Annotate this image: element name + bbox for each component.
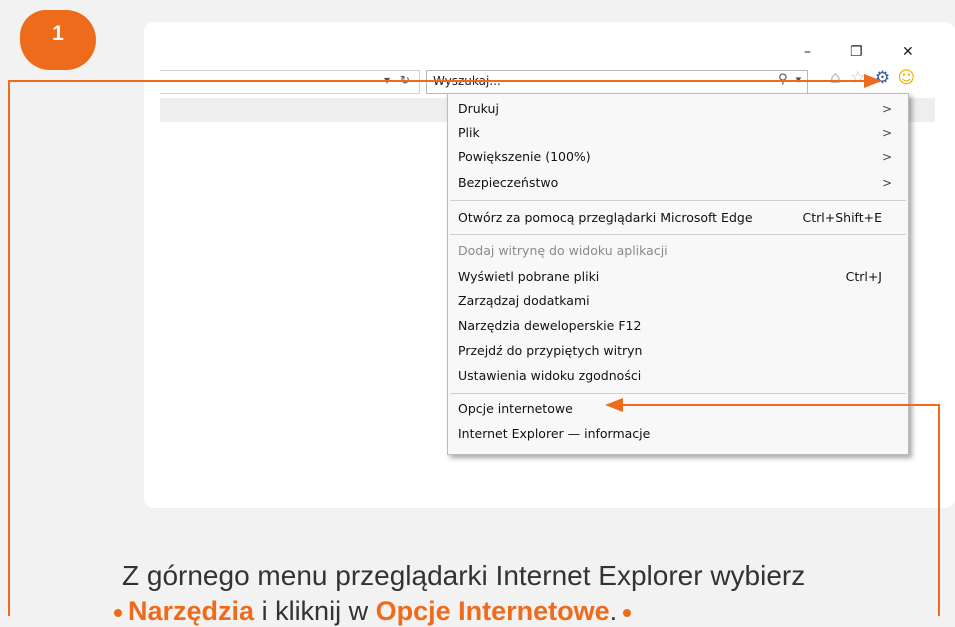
guide-line [8, 80, 10, 616]
step-badge: 1 [20, 10, 96, 70]
submenu-arrow-icon: > [881, 102, 892, 116]
menu-item-pinned-sites[interactable]: Przejdź do przypiętych witryn [458, 340, 892, 362]
menu-item-compat-view[interactable]: Ustawienia widoku zgodności [458, 365, 892, 387]
menu-item-about-ie[interactable]: Internet Explorer — informacje [458, 423, 892, 445]
home-icon[interactable]: ⌂ [830, 68, 841, 88]
arrowhead-icon [864, 74, 882, 88]
submenu-arrow-icon: > [881, 176, 892, 190]
instruction-line-2: Narzędzia i kliknij w Opcje Internetowe. [108, 596, 637, 627]
arrowhead-icon [605, 398, 623, 412]
menu-separator [450, 234, 906, 235]
tools-menu: Drukuj > Plik > Powiększenie (100%) > Be… [447, 93, 909, 455]
guide-line [938, 404, 940, 616]
menu-item-view-downloads[interactable]: Wyświetl pobrane pliki Ctrl+J [458, 266, 892, 288]
menu-item-security[interactable]: Bezpieczeństwo > [458, 172, 892, 194]
search-input[interactable]: Wyszukaj... [426, 70, 808, 94]
close-button[interactable]: ✕ [902, 44, 914, 60]
menu-item-dev-tools[interactable]: Narzędzia deweloperskie F12 [458, 315, 892, 337]
submenu-arrow-icon: > [881, 126, 892, 140]
menu-item-zoom[interactable]: Powiększenie (100%) > [458, 146, 892, 168]
minimize-button[interactable]: – [804, 44, 811, 60]
guide-line [620, 404, 940, 406]
menu-separator [450, 393, 906, 394]
feedback-smiley-icon[interactable]: ☺ [898, 68, 916, 88]
menu-item-manage-addons[interactable]: Zarządzaj dodatkami [458, 290, 892, 312]
menu-item-open-in-edge[interactable]: Otwórz za pomocą przeglądarki Microsoft … [458, 207, 892, 229]
instruction-line-1: Z górnego menu przeglądarki Internet Exp… [122, 560, 806, 591]
guide-line [8, 80, 878, 82]
menu-separator [450, 200, 906, 201]
menu-item-internet-options[interactable]: Opcje internetowe [458, 398, 892, 420]
menu-item-file[interactable]: Plik > [458, 122, 892, 144]
restore-button[interactable]: ❐ [850, 44, 863, 60]
menu-item-add-to-apps-view: Dodaj witrynę do widoku aplikacji [458, 243, 668, 258]
menu-item-print[interactable]: Drukuj > [458, 98, 892, 120]
submenu-arrow-icon: > [881, 150, 892, 164]
address-bar[interactable] [160, 70, 420, 94]
